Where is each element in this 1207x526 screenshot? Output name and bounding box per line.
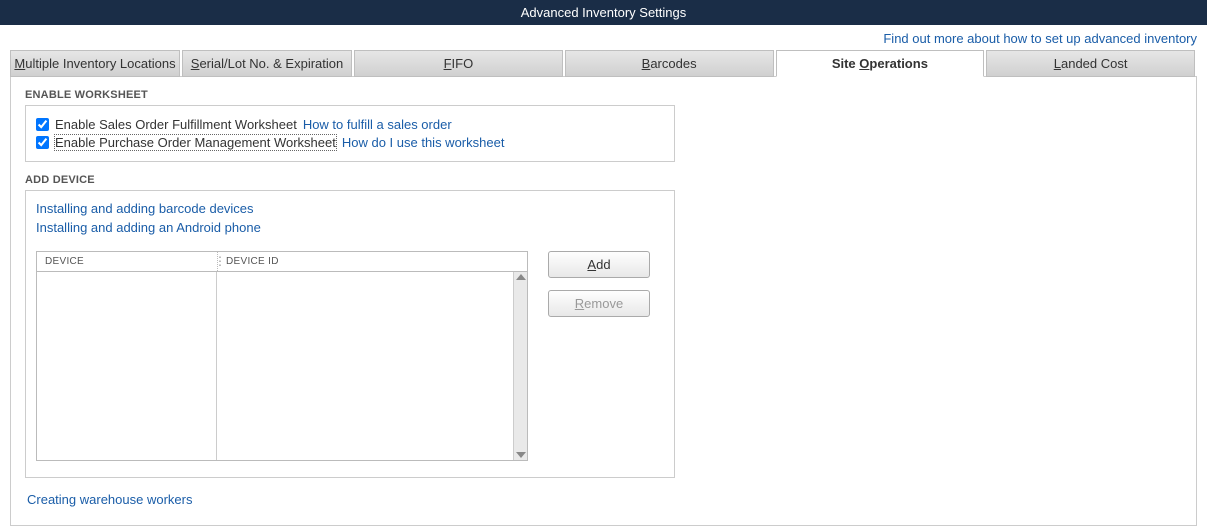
footer-link-row: Creating warehouse workers — [27, 492, 1180, 507]
device-buttons: Add Remove — [548, 251, 650, 317]
enable-sales-order-checkbox[interactable] — [36, 118, 49, 131]
tabs-bar: Multiple Inventory Locations Serial/Lot … — [10, 50, 1197, 77]
device-col-body — [37, 272, 217, 460]
enable-worksheet-panel: Enable Sales Order Fulfillment Worksheet… — [25, 105, 675, 162]
add-device-label: ADD DEVICE — [25, 174, 1182, 186]
deviceid-col-body — [217, 272, 513, 460]
link-install-android-phone[interactable]: Installing and adding an Android phone — [36, 220, 261, 235]
enable-purchase-order-row: Enable Purchase Order Management Workshe… — [36, 135, 664, 150]
enable-sales-order-label[interactable]: Enable Sales Order Fulfillment Worksheet — [55, 117, 297, 132]
device-table-scrollbar[interactable] — [513, 272, 527, 460]
window-title: Advanced Inventory Settings — [521, 5, 687, 20]
device-table-body[interactable] — [37, 271, 527, 460]
scroll-up-icon[interactable] — [516, 274, 526, 280]
tab-site-operations[interactable]: Site Operations — [776, 50, 985, 77]
remove-button[interactable]: Remove — [548, 290, 650, 317]
scroll-down-icon[interactable] — [516, 452, 526, 458]
tab-serial-lot-expiration[interactable]: Serial/Lot No. & Expiration — [182, 50, 352, 77]
enable-purchase-order-label[interactable]: Enable Purchase Order Management Workshe… — [55, 135, 336, 150]
help-link-fulfill-sales-order[interactable]: How to fulfill a sales order — [303, 117, 452, 132]
enable-sales-order-row: Enable Sales Order Fulfillment Worksheet… — [36, 117, 664, 132]
add-device-panel: Installing and adding barcode devices In… — [25, 190, 675, 478]
help-link-advanced-inventory[interactable]: Find out more about how to set up advanc… — [883, 31, 1197, 46]
enable-worksheet-label: ENABLE WORKSHEET — [25, 89, 1182, 101]
top-link-row: Find out more about how to set up advanc… — [0, 25, 1207, 50]
col-header-device-id[interactable]: ⋮ DEVICE ID — [217, 252, 527, 271]
col-header-device-id-text: DEVICE ID — [226, 256, 279, 267]
link-creating-warehouse-workers[interactable]: Creating warehouse workers — [27, 492, 192, 507]
enable-purchase-order-checkbox[interactable] — [36, 136, 49, 149]
column-resize-handle-icon[interactable]: ⋮ — [214, 254, 226, 268]
link-install-barcode-devices[interactable]: Installing and adding barcode devices — [36, 201, 254, 216]
tab-multiple-inventory-locations[interactable]: Multiple Inventory Locations — [10, 50, 180, 77]
tab-fifo[interactable]: FIFO — [354, 50, 563, 77]
device-table: DEVICE ⋮ DEVICE ID — [36, 251, 528, 461]
help-link-use-worksheet[interactable]: How do I use this worksheet — [342, 135, 505, 150]
add-button[interactable]: Add — [548, 251, 650, 278]
window-title-bar: Advanced Inventory Settings — [0, 0, 1207, 25]
device-help-links: Installing and adding barcode devices In… — [36, 201, 664, 239]
device-area: DEVICE ⋮ DEVICE ID Add Remo — [36, 251, 664, 461]
device-table-header: DEVICE ⋮ DEVICE ID — [37, 252, 527, 271]
tab-barcodes[interactable]: Barcodes — [565, 50, 774, 77]
tab-landed-cost[interactable]: Landed Cost — [986, 50, 1195, 77]
col-header-device[interactable]: DEVICE — [37, 252, 217, 271]
tab-content: ENABLE WORKSHEET Enable Sales Order Fulf… — [10, 76, 1197, 526]
